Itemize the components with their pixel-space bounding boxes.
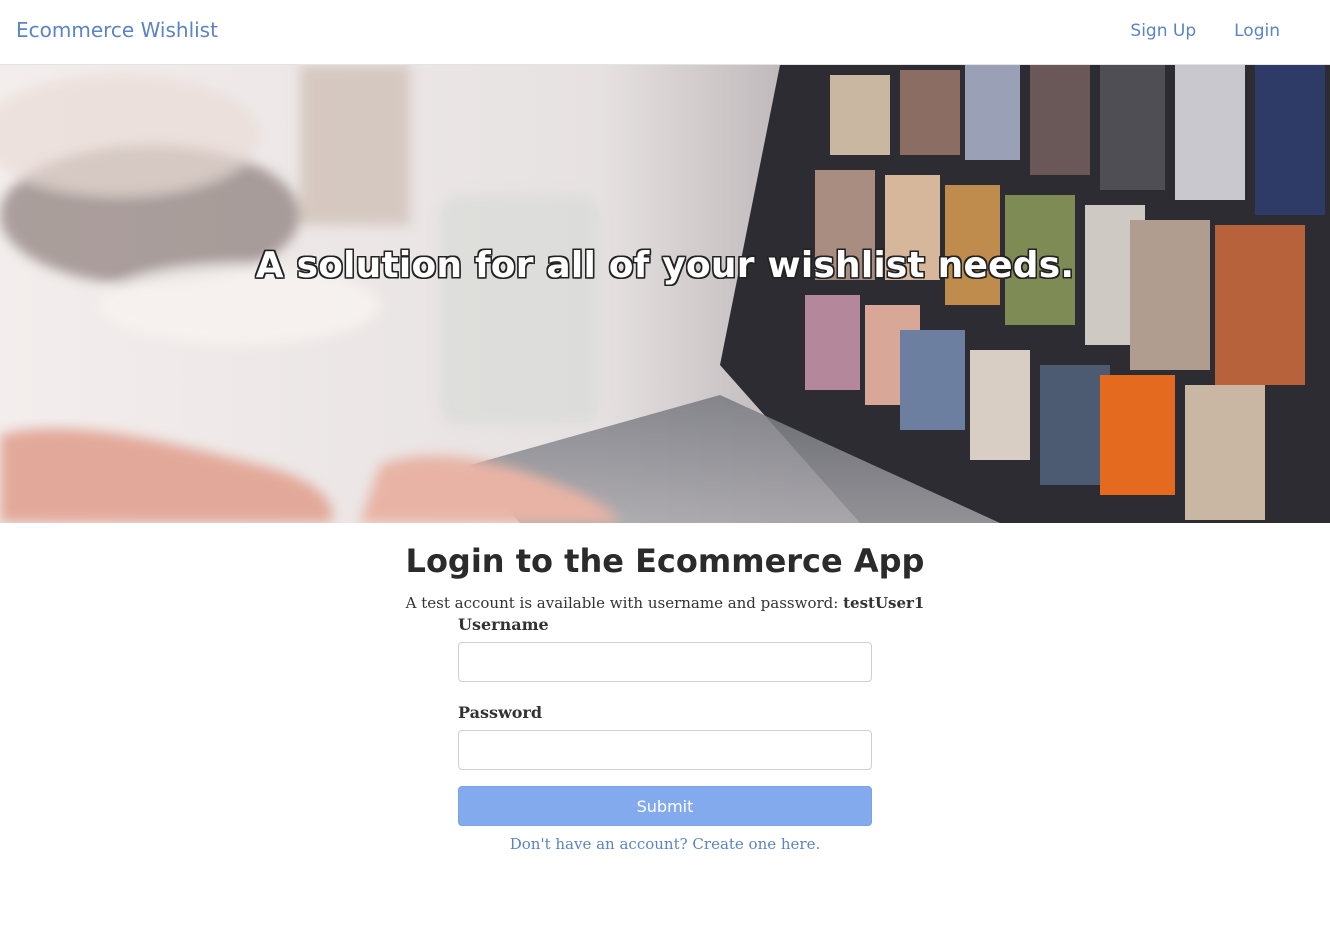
username-input[interactable] (458, 642, 872, 682)
hero-background-image (0, 65, 1330, 523)
test-account-note: A test account is available with usernam… (0, 594, 1330, 612)
nav-signup-link[interactable]: Sign Up (1130, 21, 1196, 41)
password-input[interactable] (458, 730, 872, 770)
username-label: Username (458, 615, 549, 634)
login-form: Username Password Submit (458, 614, 872, 826)
page-title: Login to the Ecommerce App (405, 542, 925, 580)
test-account-name: testUser1 (843, 594, 925, 612)
create-account-link[interactable]: Don't have an account? Create one here. (510, 835, 821, 853)
brand-link[interactable]: Ecommerce Wishlist (16, 18, 218, 42)
hero-tagline: A solution for all of your wishlist need… (255, 245, 1075, 286)
password-label: Password (458, 703, 543, 722)
nav-login-link[interactable]: Login (1234, 21, 1280, 41)
password-group: Password (458, 702, 872, 770)
submit-button[interactable]: Submit (458, 786, 872, 826)
top-navbar: Ecommerce Wishlist Sign Up Login (0, 0, 1330, 65)
nav-links: Sign Up Login (1130, 21, 1280, 41)
test-account-note-text: A test account is available with usernam… (405, 594, 844, 612)
signup-prompt: Don't have an account? Create one here. (0, 835, 1330, 853)
hero-banner: A solution for all of your wishlist need… (0, 65, 1330, 523)
